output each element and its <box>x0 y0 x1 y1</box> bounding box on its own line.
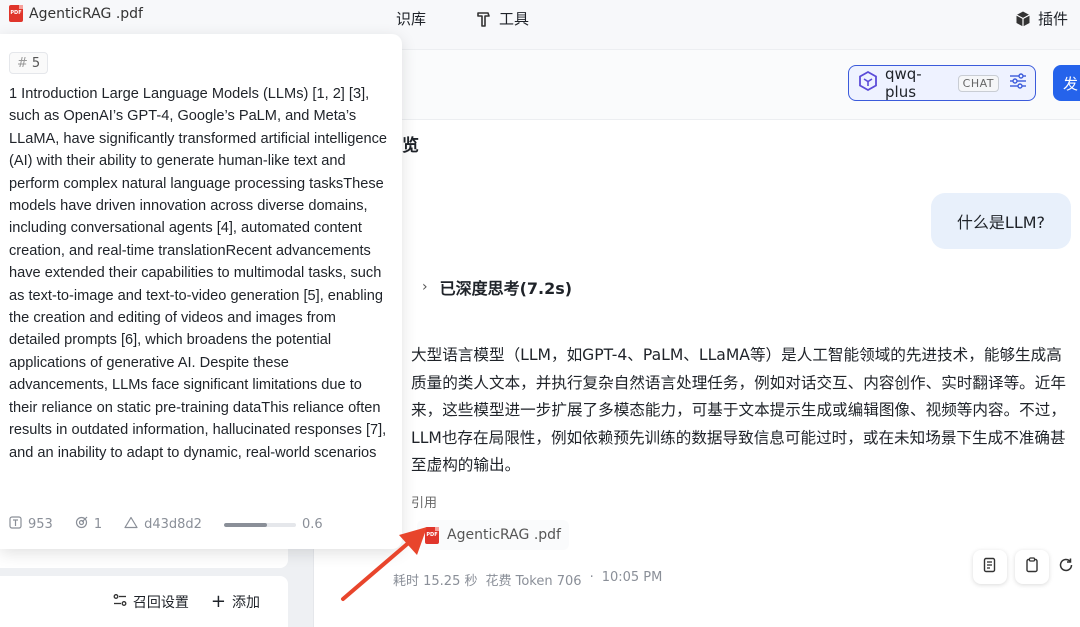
nav-tools-label: 工具 <box>499 10 530 28</box>
cube-icon <box>1014 10 1032 28</box>
chunk-meta: 953 1 d43d8d2 0.6 <box>9 516 389 533</box>
model-mode-badge: CHAT <box>957 74 999 92</box>
user-message-bubble: 什么是LLM? <box>931 193 1071 249</box>
citation-file-chip[interactable]: PDF AgenticRAG .pdf <box>417 520 569 550</box>
document-button[interactable] <box>973 550 1007 584</box>
nav-knowledge-base[interactable]: 识库 <box>396 8 426 29</box>
similarity-score: 0.6 <box>223 517 323 532</box>
recall-settings-label: 召回设置 <box>132 594 189 611</box>
send-button[interactable]: 发 <box>1053 65 1080 101</box>
chevron-right-icon: › <box>422 279 428 295</box>
plus-icon: + <box>210 590 226 612</box>
meta-separator: · <box>589 570 594 585</box>
refresh-icon <box>1057 556 1075 578</box>
assistant-answer-text: 大型语言模型（LLM，如GPT-4、PaLM、LLaMA等）是人工智能领域的先进… <box>411 346 1066 474</box>
add-button[interactable]: + 添加 <box>211 592 260 612</box>
citation-file-name: AgenticRAG .pdf <box>447 527 561 543</box>
token-icon <box>9 516 22 533</box>
nav-plugins[interactable]: 插件 <box>1014 8 1068 29</box>
nav-tools[interactable]: 工具 <box>475 8 529 29</box>
hit-count-value: 1 <box>93 517 103 532</box>
thinking-label: 已深度思考(7.2s) <box>439 279 573 298</box>
hash-icon: # <box>17 55 28 71</box>
citation-label: 引用 <box>411 496 438 511</box>
model-name: qwq-plus <box>885 65 922 101</box>
chunk-text: 1 Introduction Large Language Models (LL… <box>9 86 387 461</box>
chunk-index: 5 <box>31 55 41 71</box>
file-header[interactable]: PDF AgenticRAG .pdf <box>9 5 143 22</box>
chunk-popover: # 5 1 Introduction Large Language Models… <box>0 34 402 549</box>
document-icon <box>982 557 998 577</box>
recall-settings-button[interactable]: 召回设置 <box>113 592 189 612</box>
chunk-index-badge: # 5 <box>9 52 49 74</box>
token-count: 953 <box>9 516 53 533</box>
sliders-icon <box>113 593 127 611</box>
copy-button[interactable] <box>1015 550 1049 584</box>
hit-count: 1 <box>75 516 102 533</box>
left-card-actions: 召回设置 + 添加 <box>0 576 288 627</box>
chunk-hash: d43d8d2 <box>124 516 202 533</box>
score-value: 0.6 <box>301 517 323 532</box>
score-bar <box>223 522 296 527</box>
score-bar-fill <box>223 522 268 527</box>
send-label: 发 <box>1063 75 1079 93</box>
thinking-toggle[interactable]: › 已深度思考(7.2s) <box>422 275 572 299</box>
annotation-arrow <box>341 527 427 601</box>
token-cost: 花费 Token 706 <box>485 574 582 589</box>
left-card <box>0 548 288 568</box>
qwen-logo-icon <box>857 70 879 96</box>
triangle-icon <box>124 516 138 533</box>
nav-knowledge-base-label: 识库 <box>396 10 427 28</box>
file-name: AgenticRAG .pdf <box>29 5 143 22</box>
model-selector[interactable]: qwq-plus CHAT <box>848 65 1036 101</box>
clipboard-icon <box>1024 557 1040 577</box>
message-time: 10:05 PM <box>601 570 663 585</box>
pdf-icon: PDF <box>9 5 23 22</box>
hammer-icon <box>475 10 493 28</box>
token-count-value: 953 <box>28 517 53 532</box>
add-label: 添加 <box>232 594 260 611</box>
user-message-text: 什么是LLM? <box>956 213 1046 232</box>
preview-title: 览 <box>402 136 419 156</box>
regenerate-button[interactable] <box>1049 550 1080 584</box>
chunk-hash-value: d43d8d2 <box>144 517 202 532</box>
settings-sliders-icon[interactable] <box>1009 73 1027 93</box>
nav-plugins-label: 插件 <box>1037 10 1068 28</box>
target-icon <box>75 516 88 533</box>
